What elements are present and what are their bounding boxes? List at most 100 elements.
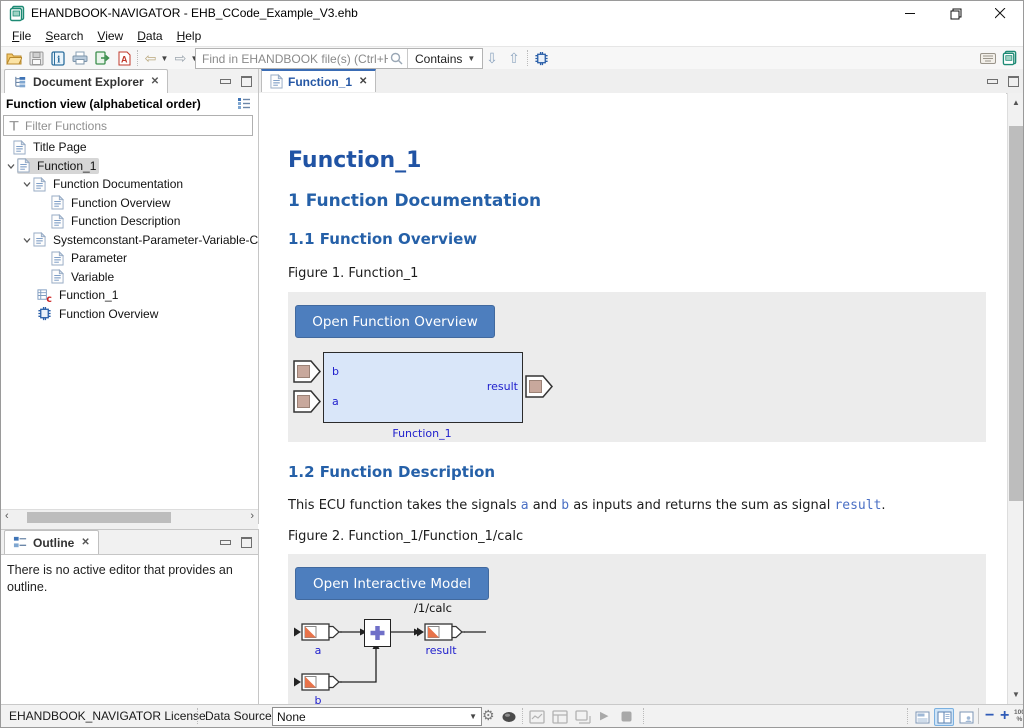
settings-gear-icon[interactable]: ⚙ — [482, 707, 495, 724]
scroll-down-icon[interactable]: ▼ — [1012, 690, 1020, 699]
back-button[interactable]: ⇦ — [143, 49, 158, 67]
open-function-overview-button[interactable]: Open Function Overview — [295, 305, 495, 338]
desc-text: This ECU function takes the signals — [288, 498, 521, 513]
expander-icon[interactable] — [5, 162, 17, 170]
tree-item-function-1-model[interactable]: Function_1 — [1, 286, 258, 305]
ehandbook-icon[interactable] — [1001, 49, 1019, 67]
outline-empty-message: There is no active editor that provides … — [7, 562, 237, 596]
filter-functions-input[interactable] — [21, 118, 252, 134]
tree-item-function-overview-model[interactable]: Function Overview — [1, 305, 258, 324]
minimize-editor-icon[interactable] — [987, 79, 998, 84]
save-button[interactable] — [27, 49, 45, 67]
scrollbar-thumb[interactable] — [27, 512, 171, 523]
signal-source-b[interactable] — [294, 672, 342, 692]
tab-function-1[interactable]: Function_1 ✕ — [261, 69, 376, 92]
scroll-right-icon[interactable]: › — [250, 510, 254, 522]
tree-item-function-documentation[interactable]: Function Documentation — [1, 175, 258, 194]
expander-icon[interactable] — [21, 180, 33, 188]
menu-data[interactable]: Data — [130, 27, 169, 45]
print-button[interactable] — [71, 49, 89, 67]
tree-item-function-1[interactable]: Function_1 — [1, 157, 258, 176]
minimize-button[interactable] — [888, 1, 933, 26]
panel-icon-2[interactable] — [552, 710, 568, 724]
tree-item-systemconstant[interactable]: Systemconstant-Parameter-Variable-Cl — [1, 231, 258, 250]
scroll-left-icon[interactable]: ‹ — [5, 510, 9, 522]
close-icon[interactable]: ✕ — [81, 537, 89, 548]
close-button[interactable] — [978, 1, 1023, 26]
editor-vertical-scrollbar[interactable]: ▲ ▼ — [1007, 93, 1024, 704]
forward-button[interactable]: ⇨ — [173, 49, 188, 67]
open-file-button[interactable] — [5, 49, 23, 67]
signal-sink-result[interactable] — [417, 622, 465, 642]
window-title: EHANDBOOK-NAVIGATOR - EHB_CCode_Example_… — [31, 6, 358, 20]
output-port-result[interactable] — [525, 375, 553, 398]
tab-document-explorer[interactable]: Document Explorer ✕ — [4, 69, 168, 93]
document-icon — [270, 74, 283, 89]
open-model-button[interactable] — [532, 49, 550, 67]
sum-block[interactable] — [364, 619, 391, 647]
layout-profile-view-icon[interactable] — [956, 708, 976, 726]
editor-tab-bar: Function_1 ✕ — [259, 69, 1024, 94]
data-source-select[interactable]: None ▼ — [272, 707, 482, 726]
tree-item-variable[interactable]: Variable — [1, 268, 258, 287]
menu-bar: File Search View Data Help — [1, 26, 1024, 46]
menu-file[interactable]: File — [5, 27, 38, 45]
data-visibility-icon[interactable] — [502, 711, 516, 723]
layout-split-view-icon[interactable] — [934, 708, 954, 726]
keyboard-shortcuts-icon[interactable] — [979, 49, 997, 67]
maximize-view-icon[interactable] — [241, 537, 252, 548]
signal-b-ref: b — [561, 498, 569, 513]
tree-item-label: Function Description — [68, 213, 183, 229]
status-separator — [643, 708, 644, 724]
view-header-label: Function view (alphabetical order) — [1, 97, 201, 111]
zoom-level-indicator[interactable]: 100 % — [1014, 709, 1024, 723]
output-label-result: result — [483, 380, 518, 393]
close-icon[interactable]: ✕ — [151, 76, 159, 87]
menu-view[interactable]: View — [90, 27, 130, 45]
find-previous-button[interactable]: ⇧ — [505, 49, 523, 67]
menu-help[interactable]: Help — [170, 27, 209, 45]
tree-item-function-overview[interactable]: Function Overview — [1, 194, 258, 213]
input-port-b[interactable] — [293, 360, 321, 383]
explorer-tab-bar: Document Explorer ✕ — [1, 69, 258, 94]
tree-item-title-page[interactable]: Title Page — [1, 138, 258, 157]
info-book-button[interactable]: i — [49, 49, 67, 67]
tree-item-function-description[interactable]: Function Description — [1, 212, 258, 231]
layout-document-view-icon[interactable] — [912, 708, 932, 726]
doc-title: Function_1 — [288, 148, 421, 173]
close-icon[interactable]: ✕ — [359, 76, 367, 87]
tree-horizontal-scrollbar[interactable]: ‹ › — [1, 509, 258, 525]
stop-icon[interactable] — [621, 711, 632, 722]
play-icon[interactable]: ▶ — [600, 709, 608, 722]
find-input[interactable] — [196, 51, 390, 66]
signal-source-a[interactable] — [294, 622, 342, 642]
input-port-a[interactable] — [293, 390, 321, 413]
view-menu-icon[interactable] — [237, 96, 251, 110]
menu-search[interactable]: Search — [38, 27, 90, 45]
export-button[interactable] — [93, 49, 111, 67]
pdf-export-button[interactable]: A — [115, 49, 133, 67]
scrollbar-thumb[interactable] — [1009, 126, 1024, 501]
minimize-view-icon[interactable] — [220, 79, 231, 84]
expander-icon[interactable] — [21, 236, 33, 244]
block-label: Function_1 — [323, 427, 521, 440]
back-history-dropdown[interactable]: ▼ — [159, 49, 170, 67]
tab-outline[interactable]: Outline ✕ — [4, 530, 99, 554]
zoom-in-button[interactable]: + — [1000, 708, 1009, 724]
maximize-editor-icon[interactable] — [1008, 76, 1019, 87]
find-next-button[interactable]: ⇩ — [483, 49, 501, 67]
down-arrow-icon: ⇩ — [486, 51, 498, 65]
contains-dropdown[interactable]: Contains ▼ — [407, 49, 482, 68]
filter-icon — [4, 121, 21, 131]
maximize-view-icon[interactable] — [241, 76, 252, 87]
minimize-view-icon[interactable] — [220, 540, 231, 545]
status-separator — [522, 708, 523, 724]
panel-icon-1[interactable] — [529, 710, 545, 724]
scroll-up-icon[interactable]: ▲ — [1012, 98, 1020, 107]
panel-icon-3[interactable] — [575, 710, 591, 724]
section-heading-1: 1 Function Documentation — [288, 191, 541, 211]
zoom-out-button[interactable]: − — [985, 708, 994, 724]
tree-item-parameter[interactable]: Parameter — [1, 249, 258, 268]
contains-label: Contains — [415, 52, 462, 66]
restore-button[interactable] — [933, 1, 978, 26]
